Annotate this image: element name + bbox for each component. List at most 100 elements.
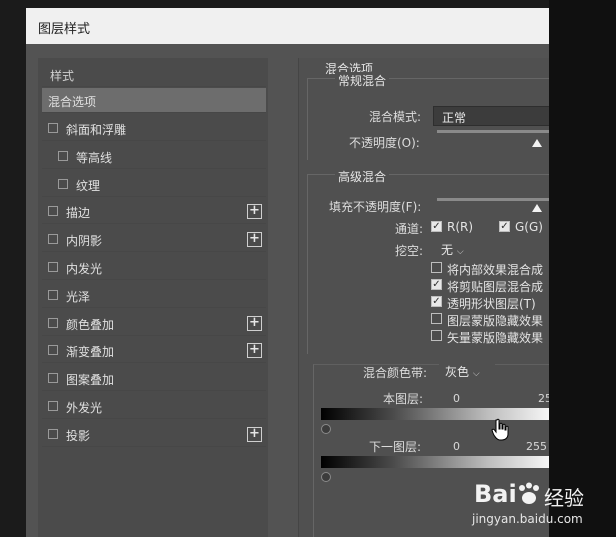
style-label: 投影 bbox=[66, 428, 91, 443]
styles-item[interactable]: 内发光 bbox=[42, 255, 266, 280]
style-label: 外发光 bbox=[66, 401, 103, 415]
advanced-option-checkbox[interactable] bbox=[431, 262, 442, 273]
add-style-button[interactable]: + bbox=[247, 232, 262, 248]
opacity-label: 不透明度(O): bbox=[349, 136, 420, 150]
knockout-label: 挖空: bbox=[395, 244, 424, 258]
this-layer-gradient[interactable] bbox=[321, 408, 549, 420]
styles-item[interactable]: 投影 + bbox=[42, 422, 266, 447]
advanced-option-label: 将内部效果混合成 bbox=[447, 263, 544, 277]
style-checkbox[interactable] bbox=[48, 401, 58, 411]
style-checkbox[interactable] bbox=[48, 373, 58, 384]
style-label: 描边 bbox=[66, 206, 91, 221]
style-label: 渐变叠加 bbox=[66, 345, 115, 360]
styles-item[interactable]: 图案叠加 bbox=[42, 366, 266, 392]
styles-item[interactable]: 内阴影 + bbox=[42, 227, 266, 253]
blending-options-label: 混合选项 bbox=[48, 95, 97, 109]
style-checkbox[interactable] bbox=[58, 178, 68, 189]
channel-r-checkbox[interactable]: ✓ bbox=[431, 221, 442, 232]
styles-item-blending-options[interactable]: 混合选项 bbox=[42, 88, 266, 113]
style-label: 颜色叠加 bbox=[66, 317, 115, 332]
underlying-min: 0 bbox=[453, 440, 460, 453]
add-style-button[interactable]: + bbox=[247, 204, 262, 220]
style-checkbox[interactable] bbox=[48, 345, 58, 356]
style-label: 纹理 bbox=[76, 178, 101, 193]
fill-opacity-slider-thumb[interactable] bbox=[532, 204, 542, 212]
blend-if-select[interactable]: 灰色 ⌵ bbox=[439, 361, 495, 381]
style-checkbox[interactable] bbox=[48, 262, 58, 272]
style-label: 内发光 bbox=[66, 262, 103, 276]
style-label: 斜面和浮雕 bbox=[66, 123, 127, 137]
styles-header-label: 样式 bbox=[50, 69, 75, 83]
watermark-brand-suffix: 经验 bbox=[544, 486, 584, 510]
styles-list: 样式 混合选项 斜面和浮雕等高线纹理描边 + 内阴影 + 内发光光泽颜色叠加 + 渐变叠加 +… bbox=[38, 58, 268, 537]
this-layer-black-thumb[interactable] bbox=[321, 424, 331, 434]
advanced-option-checkbox[interactable]: ✓ bbox=[431, 279, 442, 290]
styles-item[interactable]: 纹理 bbox=[42, 172, 266, 197]
style-checkbox[interactable] bbox=[58, 150, 68, 161]
underlying-max: 255 bbox=[526, 440, 547, 453]
style-checkbox[interactable] bbox=[48, 123, 58, 133]
style-label: 等高线 bbox=[76, 150, 113, 165]
chevron-down-icon: ⌵ bbox=[456, 247, 464, 257]
styles-item[interactable]: 描边 + bbox=[42, 199, 266, 225]
knockout-select[interactable]: 无 ⌵ bbox=[435, 239, 477, 259]
channels-label: 通道: bbox=[395, 222, 424, 236]
style-checkbox[interactable] bbox=[48, 206, 58, 217]
blend-mode-select[interactable]: 正常 bbox=[433, 106, 549, 126]
general-blending-title: 常规混合 bbox=[335, 72, 390, 89]
channel-g-label: G(G) bbox=[515, 220, 543, 234]
style-label: 内阴影 bbox=[66, 234, 103, 249]
styles-item[interactable]: 颜色叠加 + bbox=[42, 311, 266, 336]
baidu-jingyan-watermark: Bai 经验 jingyan.baidu.com bbox=[472, 478, 612, 534]
hand-cursor-icon bbox=[491, 418, 509, 441]
styles-item[interactable]: 渐变叠加 + bbox=[42, 338, 266, 364]
styles-item[interactable]: 光泽 bbox=[42, 283, 266, 308]
blending-options-panel: 混合选项 常规混合 混合模式: 正常 不透明度(O): 高级混合 填充不透明度(… bbox=[298, 58, 549, 537]
underlying-layer-label: 下一图层: bbox=[369, 440, 422, 454]
fill-opacity-slider[interactable] bbox=[437, 198, 549, 201]
dialog-title: 图层样式 bbox=[26, 8, 549, 44]
add-style-button[interactable]: + bbox=[247, 343, 262, 359]
advanced-blending-title: 高级混合 bbox=[335, 168, 390, 185]
paw-logo-icon bbox=[519, 482, 539, 504]
this-layer-min: 0 bbox=[453, 392, 460, 405]
this-layer-max: 255 bbox=[538, 392, 549, 405]
this-layer-label: 本图层: bbox=[383, 392, 424, 406]
advanced-option-checkbox[interactable] bbox=[431, 313, 442, 324]
blend-if-value: 灰色 bbox=[445, 365, 470, 379]
advanced-option-label: 将剪贴图层混合成 bbox=[447, 280, 544, 294]
watermark-url: jingyan.baidu.com bbox=[472, 512, 583, 526]
underlying-black-thumb[interactable] bbox=[321, 472, 331, 482]
style-checkbox[interactable] bbox=[48, 317, 58, 328]
styles-item[interactable]: 斜面和浮雕 bbox=[42, 116, 266, 141]
blend-if-label: 混合颜色带: bbox=[363, 366, 428, 380]
underlying-gradient[interactable] bbox=[321, 456, 549, 468]
style-checkbox[interactable] bbox=[48, 234, 58, 245]
fill-opacity-label: 填充不透明度(F): bbox=[329, 200, 422, 214]
advanced-option-label: 透明形状图层(T) bbox=[447, 297, 536, 311]
add-style-button[interactable]: + bbox=[247, 426, 262, 442]
advanced-option-checkbox[interactable] bbox=[431, 330, 442, 341]
styles-list-header[interactable]: 样式 bbox=[42, 62, 266, 87]
advanced-option-label: 图层蒙版隐藏效果 bbox=[447, 314, 544, 328]
style-label: 光泽 bbox=[66, 289, 91, 304]
layer-style-dialog: 图层样式 样式 混合选项 斜面和浮雕等高线纹理描边 + 内阴影 + 内发光光泽颜色叠加 +… bbox=[26, 8, 549, 537]
opacity-slider[interactable] bbox=[437, 130, 549, 133]
style-checkbox[interactable] bbox=[48, 428, 58, 439]
knockout-value: 无 bbox=[441, 243, 454, 257]
opacity-slider-thumb[interactable] bbox=[532, 139, 542, 147]
style-checkbox[interactable] bbox=[48, 289, 58, 300]
channel-r-label: R(R) bbox=[447, 220, 474, 234]
add-style-button[interactable]: + bbox=[247, 315, 262, 331]
advanced-option-checkbox[interactable]: ✓ bbox=[431, 296, 442, 307]
blend-mode-label: 混合模式: bbox=[369, 110, 422, 124]
styles-item[interactable]: 等高线 bbox=[42, 144, 266, 169]
watermark-brand: Bai bbox=[474, 480, 517, 508]
channel-g-checkbox[interactable]: ✓ bbox=[499, 221, 510, 232]
style-label: 图案叠加 bbox=[66, 373, 115, 388]
styles-item[interactable]: 外发光 bbox=[42, 394, 266, 419]
advanced-option-label: 矢量蒙版隐藏效果 bbox=[447, 331, 544, 345]
background-edge bbox=[549, 0, 616, 537]
chevron-down-icon: ⌵ bbox=[472, 369, 480, 379]
blend-mode-value: 正常 bbox=[442, 111, 467, 125]
